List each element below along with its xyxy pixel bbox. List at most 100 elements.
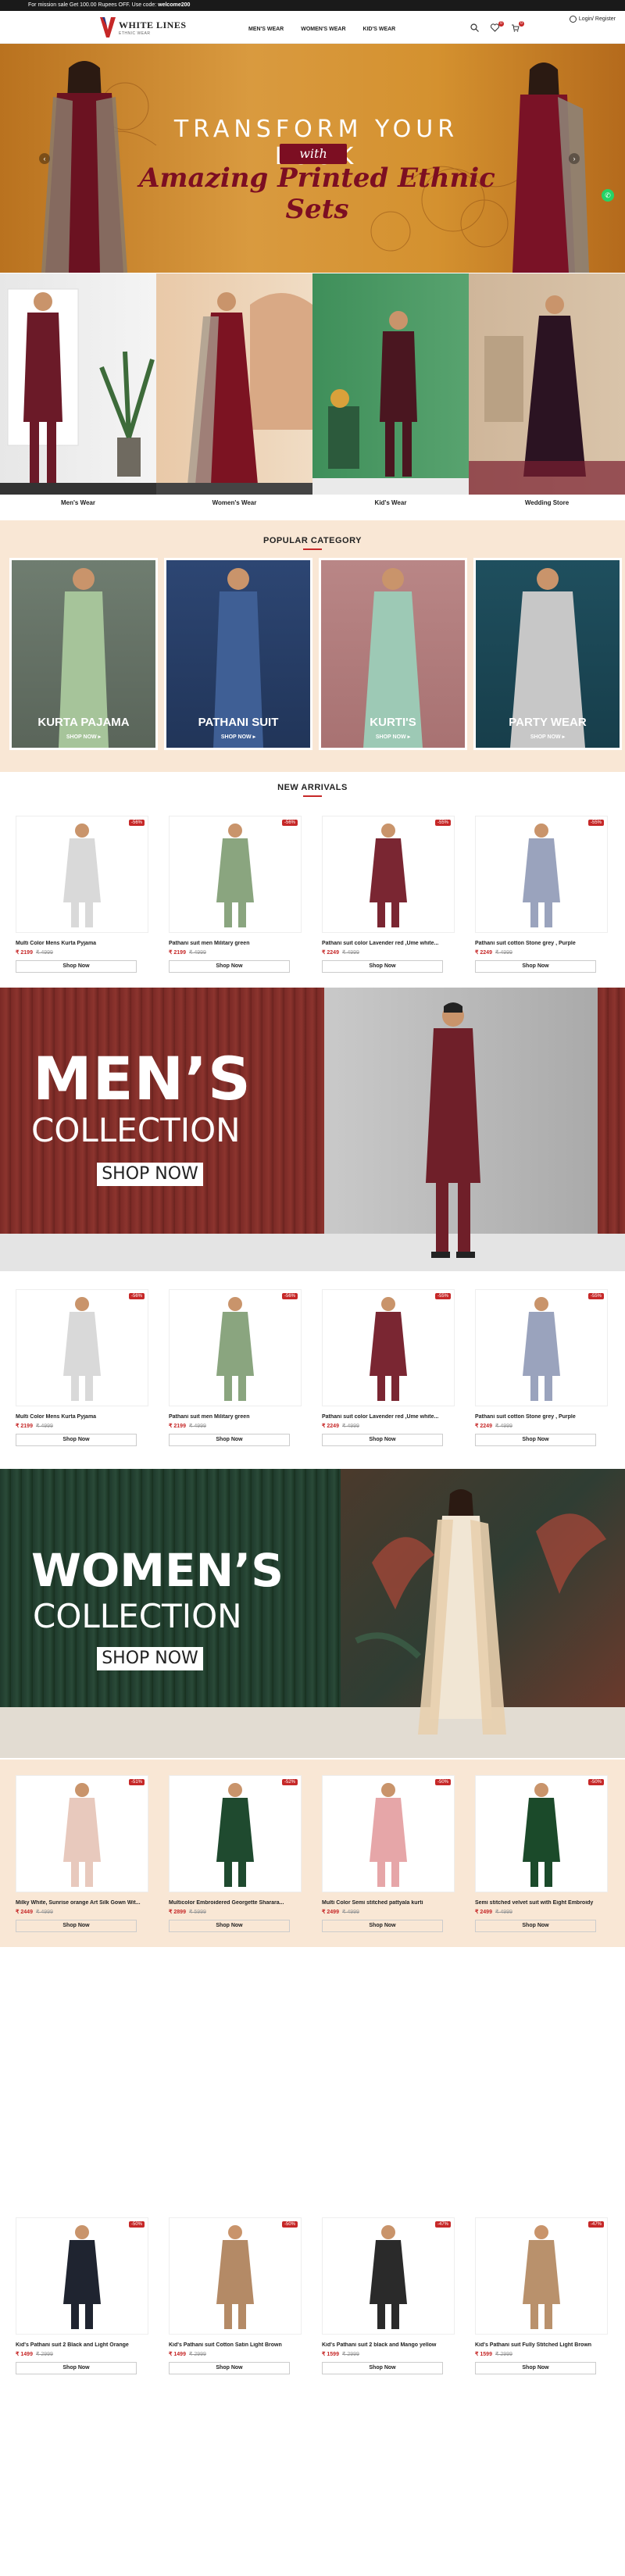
product-card[interactable]: -56% Pathani suit men Military green ₹ 219…: [169, 1289, 302, 1446]
product-name[interactable]: Pathani suit cotton Stone grey , Purple: [475, 941, 608, 946]
shop-now-button[interactable]: Shop Now: [169, 960, 290, 973]
shop-now-button[interactable]: Shop Now: [475, 960, 596, 973]
product-name[interactable]: Pathani suit color Lavender red ,Ume whi…: [322, 1414, 455, 1420]
price-original: ₹ 4999: [495, 950, 512, 956]
product-image[interactable]: -55%: [475, 1289, 608, 1406]
shop-now-button[interactable]: Shop Now: [475, 1920, 596, 1932]
product-name[interactable]: Kid's Pathani suit Cotton Satin Light Br…: [169, 2342, 302, 2348]
cart-icon[interactable]: 0: [511, 21, 524, 33]
product-image[interactable]: -51%: [16, 1775, 148, 1892]
product-card[interactable]: -55% Pathani suit color Lavender red ,Ume…: [322, 816, 455, 973]
hero-next-arrow-icon[interactable]: ›: [569, 153, 580, 164]
product-name[interactable]: Multi Color Mens Kurta Pyjama: [16, 1414, 148, 1420]
product-card[interactable]: -55% Pathani suit cotton Stone grey , Pur…: [475, 816, 608, 973]
shop-now-button[interactable]: Shop Now: [322, 1434, 443, 1446]
shop-now-button[interactable]: Shop Now: [16, 2362, 137, 2374]
category-tile-kids[interactable]: Kid's Wear: [312, 273, 469, 512]
product-name[interactable]: Pathani suit men Military green: [169, 1414, 302, 1420]
product-image[interactable]: -47%: [322, 2217, 455, 2335]
new-arrivals-title: NEW ARRIVALS: [0, 783, 625, 797]
product-card[interactable]: -50% Kid's Pathani suit 2 Black and Light…: [16, 2217, 148, 2374]
product-name[interactable]: Milky White, Sunrise orange Art Silk Gow…: [16, 1900, 148, 1906]
shop-now-button[interactable]: Shop Now: [16, 1434, 137, 1446]
womens-collection-banner[interactable]: WOMEN’S COLLECTION SHOP NOW: [0, 1469, 625, 1758]
product-card[interactable]: -50% Semi stitched velvet suit with Eight…: [475, 1775, 608, 1932]
discount-badge: -55%: [588, 820, 604, 826]
product-card[interactable]: -56% Pathani suit men Military green ₹ 219…: [169, 816, 302, 973]
shop-now-button[interactable]: Shop Now: [169, 1920, 290, 1932]
popular-shop-now-link[interactable]: SHOP NOW ▸: [321, 734, 465, 740]
login-register-link[interactable]: Login/ Register: [569, 16, 616, 23]
hero-prev-arrow-icon[interactable]: ‹: [39, 153, 50, 164]
shop-now-button[interactable]: Shop Now: [322, 2362, 443, 2374]
logo[interactable]: WHITE LINES ETHNIC WEAR: [100, 14, 188, 41]
shop-now-button[interactable]: Shop Now: [322, 1920, 443, 1932]
product-image[interactable]: -47%: [475, 2217, 608, 2335]
product-name[interactable]: Multi Color Semi stitched pattyala kurti: [322, 1900, 455, 1906]
product-image[interactable]: -55%: [322, 1289, 455, 1406]
mens-collection-banner[interactable]: MEN’S COLLECTION SHOP NOW: [0, 988, 625, 1271]
category-tile-womens[interactable]: Women's Wear: [156, 273, 312, 512]
whatsapp-icon[interactable]: ✆: [602, 189, 614, 202]
product-card[interactable]: -56% Multi Color Mens Kurta Pyjama ₹ 2199 ₹…: [16, 1289, 148, 1446]
nav-womens-wear[interactable]: WOMEN'S WEAR: [301, 27, 345, 32]
nav-mens-wear[interactable]: MEN'S WEAR: [248, 27, 284, 32]
product-card[interactable]: -47% Kid's Pathani suit 2 black and Mango…: [322, 2217, 455, 2374]
product-image[interactable]: -56%: [16, 1289, 148, 1406]
product-price: ₹ 2199 ₹ 4999: [16, 949, 148, 956]
product-image[interactable]: -55%: [475, 816, 608, 933]
popular-shop-now-link[interactable]: SHOP NOW ▸: [12, 734, 155, 740]
nav-kids-wear[interactable]: KID'S WEAR: [363, 27, 396, 32]
popular-shop-now-link[interactable]: SHOP NOW ▸: [476, 734, 620, 740]
product-card[interactable]: -52% Multicolor Embroidered Georgette Sha…: [169, 1775, 302, 1932]
product-name[interactable]: Kid's Pathani suit Fully Stitched Light …: [475, 2342, 608, 2348]
shop-now-button[interactable]: Shop Now: [475, 2362, 596, 2374]
shop-now-button[interactable]: Shop Now: [475, 1434, 596, 1446]
womens-shop-now-button[interactable]: SHOP NOW: [97, 1647, 203, 1670]
popular-card-kurtis[interactable]: KURTI'S SHOP NOW ▸: [319, 558, 467, 750]
price-current: ₹ 2199: [169, 1424, 186, 1429]
mens-banner-floor: [0, 1234, 625, 1271]
product-card[interactable]: -51% Milky White, Sunrise orange Art Silk…: [16, 1775, 148, 1932]
product-image[interactable]: -50%: [322, 1775, 455, 1892]
product-card[interactable]: -56% Multi Color Mens Kurta Pyjama ₹ 2199 ₹…: [16, 816, 148, 973]
popular-card-pathani-suit[interactable]: PATHANI SUIT SHOP NOW ▸: [164, 558, 312, 750]
product-card[interactable]: -55% Pathani suit cotton Stone grey , Pur…: [475, 1289, 608, 1446]
product-card[interactable]: -50% Kid's Pathani suit Cotton Satin Ligh…: [169, 2217, 302, 2374]
product-image[interactable]: -50%: [16, 2217, 148, 2335]
mens-shop-now-button[interactable]: SHOP NOW: [97, 1163, 203, 1186]
product-name[interactable]: Pathani suit color Lavender red ,Ume whi…: [322, 941, 455, 946]
product-image[interactable]: -50%: [169, 2217, 302, 2335]
product-image[interactable]: -56%: [169, 816, 302, 933]
product-image[interactable]: -56%: [16, 816, 148, 933]
shop-now-button[interactable]: Shop Now: [16, 960, 137, 973]
popular-card-party-wear[interactable]: PARTY WEAR SHOP NOW ▸: [473, 558, 622, 750]
shop-now-button[interactable]: Shop Now: [322, 960, 443, 973]
product-card[interactable]: -55% Pathani suit color Lavender red ,Ume…: [322, 1289, 455, 1446]
hero-banner[interactable]: TRANSFORM YOUR LOOK with Amazing Printed…: [0, 44, 625, 273]
product-name[interactable]: Pathani suit cotton Stone grey , Purple: [475, 1414, 608, 1420]
price-current: ₹ 1499: [169, 2352, 186, 2357]
product-name[interactable]: Kid's Pathani suit 2 Black and Light Ora…: [16, 2342, 148, 2348]
product-name[interactable]: Pathani suit men Military green: [169, 941, 302, 946]
product-name[interactable]: Multi Color Mens Kurta Pyjama: [16, 941, 148, 946]
product-name[interactable]: Kid's Pathani suit 2 black and Mango yel…: [322, 2342, 455, 2348]
product-figure: [216, 1783, 254, 1887]
product-image[interactable]: -56%: [169, 1289, 302, 1406]
shop-now-button[interactable]: Shop Now: [16, 1920, 137, 1932]
popular-card-kurta-pajama[interactable]: KURTA PAJAMA SHOP NOW ▸: [9, 558, 158, 750]
product-image[interactable]: -52%: [169, 1775, 302, 1892]
product-image[interactable]: -55%: [322, 816, 455, 933]
search-icon[interactable]: [470, 23, 480, 33]
product-card[interactable]: -47% Kid's Pathani suit Fully Stitched Li…: [475, 2217, 608, 2374]
product-name[interactable]: Semi stitched velvet suit with Eight Emb…: [475, 1900, 608, 1906]
product-card[interactable]: -50% Multi Color Semi stitched pattyala k…: [322, 1775, 455, 1932]
shop-now-button[interactable]: Shop Now: [169, 1434, 290, 1446]
popular-shop-now-link[interactable]: SHOP NOW ▸: [166, 734, 310, 740]
category-tile-wedding[interactable]: Wedding Store: [469, 273, 625, 512]
category-tile-mens[interactable]: Men's Wear: [0, 273, 156, 512]
product-image[interactable]: -50%: [475, 1775, 608, 1892]
shop-now-button[interactable]: Shop Now: [169, 2362, 290, 2374]
product-name[interactable]: Multicolor Embroidered Georgette Sharara…: [169, 1900, 302, 1906]
wishlist-icon[interactable]: 0: [490, 21, 504, 33]
